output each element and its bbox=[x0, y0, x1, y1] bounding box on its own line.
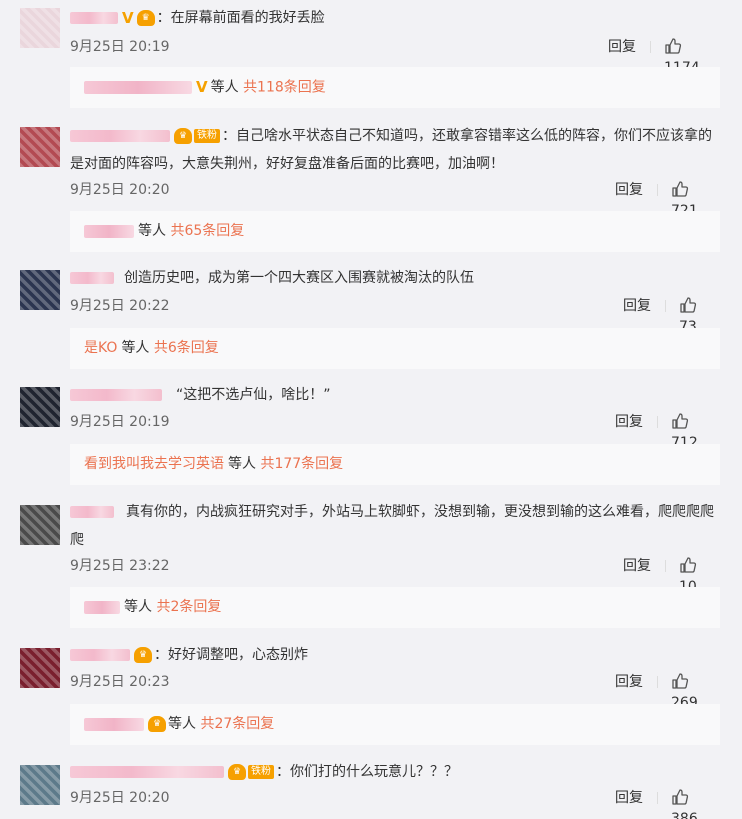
divider bbox=[657, 676, 658, 688]
username[interactable] bbox=[70, 272, 114, 284]
comment-meta: 9月25日 20:22 回复 73 bbox=[70, 296, 720, 335]
thumbs-up-icon bbox=[672, 789, 689, 805]
reply-summary[interactable]: ♛ 等人 共27条回复 bbox=[70, 704, 720, 745]
reply-suffix: 等人 bbox=[138, 223, 166, 239]
avatar[interactable] bbox=[20, 387, 60, 427]
crown-level-icon: ♛ bbox=[134, 647, 152, 663]
avatar[interactable] bbox=[20, 8, 60, 48]
reply-button[interactable]: 回复 bbox=[615, 788, 643, 808]
reply-suffix: 等人 bbox=[124, 599, 152, 615]
like-button[interactable]: 386 bbox=[671, 788, 720, 819]
comment-time: 9月25日 20:20 bbox=[70, 182, 170, 198]
comment-time: 9月25日 20:19 bbox=[70, 414, 170, 430]
comment-time: 9月25日 20:23 bbox=[70, 674, 170, 690]
reply-suffix: 等人 bbox=[228, 456, 256, 472]
v-badge-icon: V bbox=[196, 78, 208, 96]
replier-names bbox=[84, 81, 192, 94]
divider bbox=[650, 41, 651, 53]
username[interactable] bbox=[70, 12, 118, 24]
reply-button[interactable]: 回复 bbox=[623, 556, 651, 576]
comment-body: V ♛ ：在屏幕前面看的我好丢脸 bbox=[70, 5, 720, 31]
thumbs-up-icon bbox=[672, 181, 689, 197]
username[interactable] bbox=[70, 766, 224, 778]
reply-suffix: 等人 bbox=[121, 340, 150, 356]
reply-button[interactable]: 回复 bbox=[615, 180, 643, 200]
reply-count-link[interactable]: 共6条回复 bbox=[154, 340, 219, 356]
crown-level-icon: ♛ bbox=[136, 10, 155, 26]
crown-level-icon: ♛ bbox=[174, 128, 192, 144]
divider bbox=[657, 792, 658, 804]
comment-body: ♛ ：好好调整吧，心态别炸 bbox=[70, 642, 720, 668]
fan-badge: 铁粉 bbox=[194, 129, 220, 143]
replier-name[interactable]: 看到我叫我去学习英语 bbox=[84, 456, 224, 472]
divider bbox=[665, 300, 666, 312]
comment-body: 创造历史吧，成为第一个四大赛区入围赛就被淘汰的队伍 bbox=[70, 265, 720, 291]
avatar[interactable] bbox=[20, 765, 60, 805]
comment-meta: 9月25日 20:23 回复 269 bbox=[70, 672, 720, 711]
replier-names bbox=[84, 224, 134, 238]
reply-count-link[interactable]: 共177条回复 bbox=[260, 456, 343, 472]
comment-text: 真有你的，内战疯狂研究对手，外站马上软脚虾，没想到输，更没想到输的这么难看，爬爬… bbox=[70, 504, 714, 548]
thumbs-up-icon bbox=[680, 297, 697, 313]
crown-level-icon: ♛ bbox=[228, 764, 246, 780]
comment-time: 9月25日 20:19 bbox=[70, 39, 170, 55]
reply-summary[interactable]: 看到我叫我去学习英语 等人 共177条回复 bbox=[70, 444, 720, 485]
comment-text: ：在屏幕前面看的我好丢脸 bbox=[156, 10, 325, 26]
comment-body: ♛ 铁粉 ：自己啥水平状态自己不知道吗，还敢拿容错率这么低的阵容，你们不应该拿的是对… bbox=[70, 122, 720, 178]
thumbs-up-icon bbox=[672, 673, 689, 689]
avatar[interactable] bbox=[20, 648, 60, 688]
username[interactable] bbox=[70, 389, 162, 401]
comment-time: 9月25日 20:22 bbox=[70, 298, 170, 314]
v-badge-icon: V bbox=[122, 9, 134, 27]
reply-suffix: 等人 bbox=[168, 716, 196, 732]
reply-count-link[interactable]: 共2条回复 bbox=[156, 599, 221, 615]
comment-meta: 9月25日 23:22 回复 10 bbox=[70, 556, 720, 595]
reply-button[interactable]: 回复 bbox=[623, 296, 651, 316]
reply-count-link[interactable]: 共65条回复 bbox=[170, 223, 244, 239]
comment-time: 9月25日 20:20 bbox=[70, 790, 170, 806]
comment-body: “这把不选卢仙，啥比！” bbox=[70, 382, 720, 408]
username[interactable] bbox=[70, 649, 130, 661]
comment-body: ♛ 铁粉 ：你们打的什么玩意儿？？？ bbox=[70, 759, 720, 785]
reply-summary[interactable]: 等人 共65条回复 bbox=[70, 211, 720, 252]
replier-names bbox=[84, 600, 120, 614]
reply-summary[interactable]: 等人 共2条回复 bbox=[70, 587, 720, 628]
avatar[interactable] bbox=[20, 270, 60, 310]
divider bbox=[657, 184, 658, 196]
reply-count-link[interactable]: 共118条回复 bbox=[243, 80, 326, 96]
divider bbox=[665, 560, 666, 572]
replier-name[interactable]: 是KO bbox=[84, 340, 117, 356]
thumbs-up-icon bbox=[665, 38, 682, 54]
divider bbox=[657, 416, 658, 428]
crown-level-icon: ♛ bbox=[148, 716, 166, 732]
avatar[interactable] bbox=[20, 127, 60, 167]
reply-summary[interactable]: 是KO 等人 共6条回复 bbox=[70, 328, 720, 369]
comment-meta: 9月25日 20:19 回复 1174 bbox=[70, 37, 720, 76]
comment-meta: 9月25日 20:20 回复 386 bbox=[70, 788, 720, 819]
reply-button[interactable]: 回复 bbox=[608, 37, 636, 57]
comment-body: 真有你的，内战疯狂研究对手，外站马上软脚虾，没想到输，更没想到输的这么难看，爬爬… bbox=[70, 498, 720, 554]
replier-names bbox=[84, 717, 144, 731]
reply-summary[interactable]: V 等人 共118条回复 bbox=[70, 67, 720, 108]
reply-suffix: 等人 bbox=[210, 79, 239, 96]
comment-text: ：你们打的什么玩意儿？？？ bbox=[276, 764, 458, 780]
comment-time: 9月25日 23:22 bbox=[70, 558, 170, 574]
thumbs-up-icon bbox=[672, 413, 689, 429]
reply-button[interactable]: 回复 bbox=[615, 412, 643, 432]
thumbs-up-icon bbox=[680, 557, 697, 573]
avatar[interactable] bbox=[20, 505, 60, 545]
comment-meta: 9月25日 20:19 回复 712 bbox=[70, 412, 720, 451]
fan-badge: 铁粉 bbox=[248, 765, 274, 779]
reply-count-link[interactable]: 共27条回复 bbox=[200, 716, 274, 732]
comment-list: V♛：在屏幕前面看的我好丢脸 9月25日 20:19 回复 1174 V等人 共… bbox=[0, 0, 742, 819]
comment-text: “这把不选卢仙，啥比！” bbox=[176, 387, 331, 403]
username[interactable] bbox=[70, 130, 170, 142]
comment-meta: 9月25日 20:20 回复 721 bbox=[70, 180, 720, 219]
comment-text: 创造历史吧，成为第一个四大赛区入围赛就被淘汰的队伍 bbox=[124, 270, 474, 286]
comment-text: ：好好调整吧，心态别炸 bbox=[154, 647, 308, 663]
reply-button[interactable]: 回复 bbox=[615, 672, 643, 692]
like-count: 386 bbox=[671, 811, 698, 819]
username[interactable] bbox=[70, 506, 114, 518]
